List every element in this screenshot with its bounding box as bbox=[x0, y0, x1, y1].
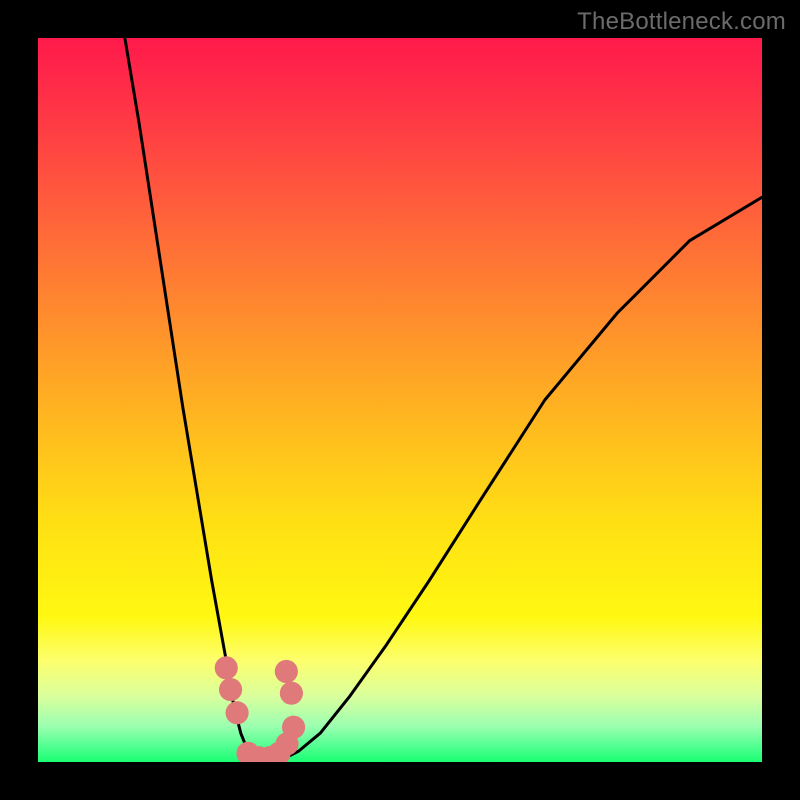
watermark-text: TheBottleneck.com bbox=[577, 8, 786, 36]
curve-path bbox=[284, 197, 762, 758]
chart-svg bbox=[38, 38, 762, 762]
data-point bbox=[215, 656, 238, 679]
outer-black-frame: TheBottleneck.com bbox=[0, 0, 800, 800]
plot-area bbox=[38, 38, 762, 762]
curve-path bbox=[125, 38, 255, 758]
data-point bbox=[219, 678, 242, 701]
data-point bbox=[226, 701, 249, 724]
data-point bbox=[275, 660, 298, 683]
data-point bbox=[282, 716, 305, 739]
data-point bbox=[280, 682, 303, 705]
